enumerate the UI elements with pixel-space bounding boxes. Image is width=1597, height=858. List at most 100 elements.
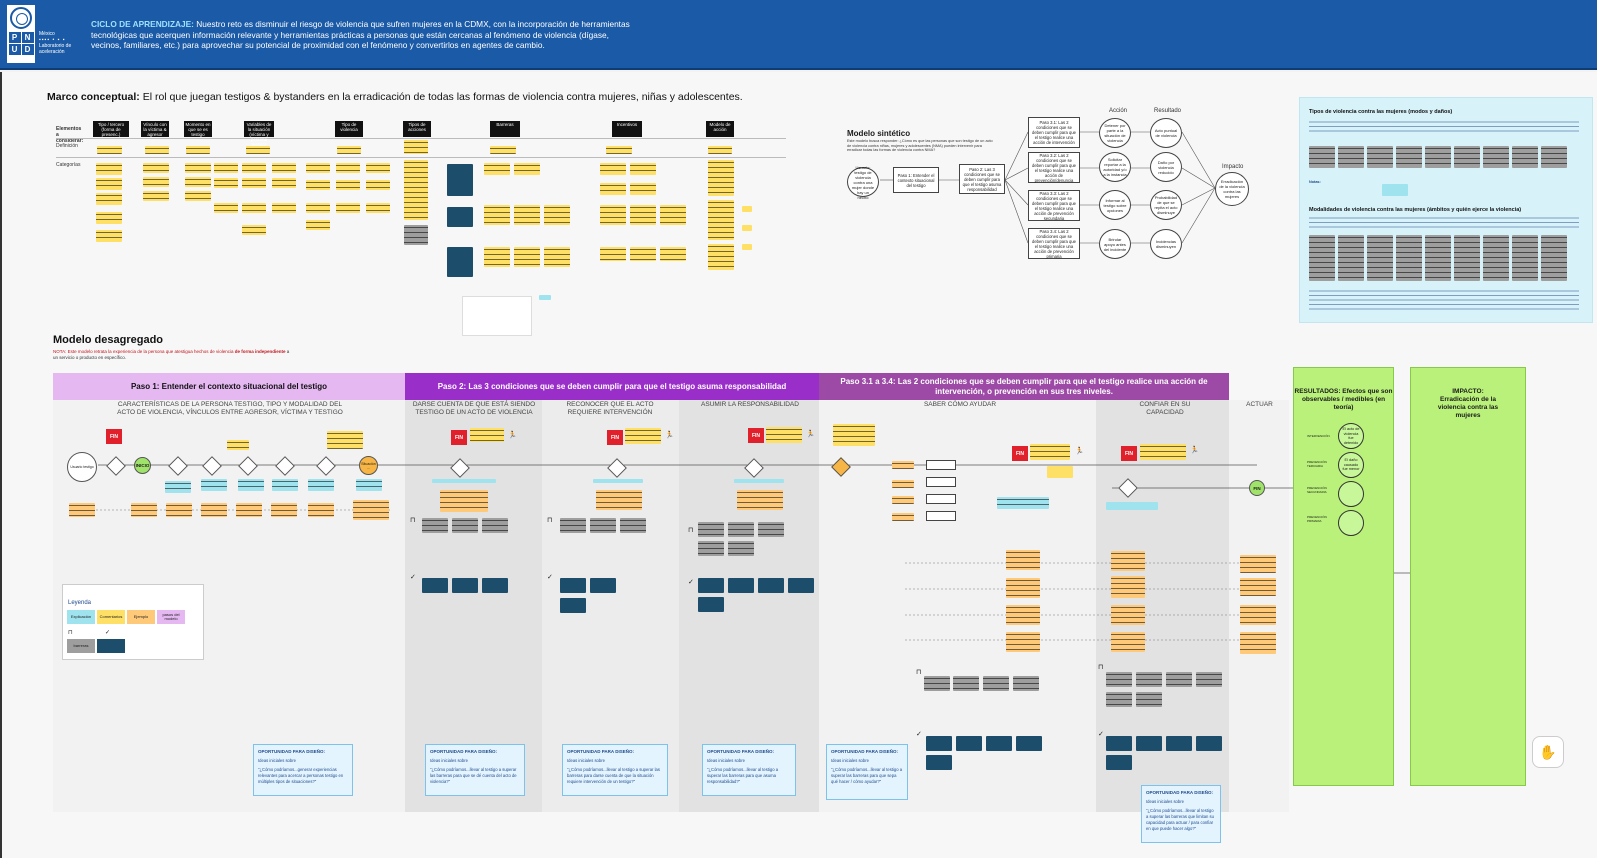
matrix-col-barreras: Barreras [490, 121, 520, 137]
lane-head-saber: SABER CÓMO AYUDAR [923, 401, 997, 408]
definition-note [186, 146, 210, 154]
category-note [242, 163, 266, 173]
category-note [484, 247, 510, 267]
example-note [1111, 632, 1145, 652]
barrier-note [698, 522, 724, 537]
category-note [630, 247, 656, 261]
example-note [1006, 578, 1040, 598]
barrier-note [560, 518, 586, 533]
category-note [306, 180, 330, 190]
category-note [600, 205, 626, 225]
tipo-note [1483, 146, 1509, 168]
incentive-note [698, 578, 724, 593]
category-note [306, 203, 330, 213]
opportunity-card-5[interactable]: OPORTUNIDAD PARA DISEÑO: Ideas iniciales … [826, 744, 908, 800]
un-emblem-icon [10, 7, 32, 29]
opportunity-card-3[interactable]: OPORTUNIDAD PARA DISEÑO: Ideas iniciales … [562, 744, 668, 796]
incentive-note [986, 736, 1012, 751]
category-note [185, 177, 211, 187]
desagregado-note: NOTA: Este modelo retrata la experiencia… [53, 349, 290, 360]
info-title-modalidades: Modalidades de violencia contra las muje… [1309, 207, 1522, 213]
category-note [143, 177, 169, 187]
resultado-circle-1: El acto de violencia fue detenido [1338, 423, 1364, 449]
barrier-icon: ⊓ [547, 517, 553, 524]
category-note [660, 205, 686, 225]
category-note [660, 247, 686, 261]
incentive-note [482, 578, 508, 593]
definition-note [97, 146, 122, 154]
incentive-note [590, 578, 616, 593]
matrix-col-vinculo: Vínculo con la víctima & agresor [141, 121, 169, 137]
example-note [201, 503, 227, 517]
barrier-note [924, 676, 950, 691]
modalidad-note [1425, 235, 1451, 281]
category-note [484, 163, 510, 175]
category-note [708, 244, 734, 270]
runner-icon: 🏃 [1075, 448, 1084, 455]
category-note [630, 205, 656, 225]
legend-explicacion: Explicación [67, 610, 95, 624]
incentive-note [728, 578, 754, 593]
opportunity-card-6[interactable]: OPORTUNIDAD PARA DISEÑO: Ideas iniciales … [1141, 785, 1221, 843]
sintetico-accion-1: Detener por parte a la situación de viol… [1099, 118, 1131, 148]
barrier-note [620, 518, 646, 533]
tipo-note [1541, 146, 1567, 168]
info-title-tipos: Tipos de violencia contra las mujeres (m… [1309, 109, 1453, 115]
barrier-icon: ⊓ [688, 527, 694, 534]
incentive-note [758, 578, 784, 593]
explanation-note [272, 479, 298, 491]
example-note [892, 513, 914, 521]
barrier-icon: ⊓ [1098, 664, 1104, 671]
category-note [214, 203, 238, 213]
barrier-note [728, 522, 754, 537]
matrix-divider [56, 157, 786, 158]
opportunity-card-2[interactable]: OPORTUNIDAD PARA DISEÑO: Ideas iniciales … [425, 744, 525, 796]
fin-node: FIN [607, 430, 623, 445]
tipo-note [1512, 146, 1538, 168]
sintetico-accion-2: Solicitar reportar a la autoridad y/o a … [1099, 152, 1131, 182]
opportunity-card-1[interactable]: OPORTUNIDAD PARA DISEÑO: Ideas iniciales … [253, 744, 353, 796]
runner-icon: 🏃 [508, 432, 517, 439]
example-note [892, 461, 914, 469]
modalidad-note [1454, 235, 1480, 281]
incentive-note [560, 578, 586, 593]
legend-comentarios: Comentarios [97, 610, 125, 624]
incentive-note [1196, 736, 1222, 751]
lane-head-caracteristicas: CARACTERÍSTICAS DE LA PERSONA TESTIGO, T… [117, 401, 343, 416]
thumbnails-group[interactable] [462, 296, 532, 336]
matrix-divider [56, 138, 786, 139]
category-note [185, 191, 211, 201]
opportunity-card-4[interactable]: OPORTUNIDAD PARA DISEÑO: Ideas iniciales … [702, 744, 796, 796]
sintetico-accion-4: Brindar apoyo antes del incidente [1099, 229, 1131, 259]
hand-tool-button[interactable]: ✋ [1532, 736, 1564, 768]
flow-start-node: Usuario testigo [67, 452, 97, 482]
legend-barreras: barreras [67, 639, 95, 653]
incentive-note [422, 578, 448, 593]
category-note [272, 178, 296, 188]
barrier-note [1106, 692, 1132, 707]
sintetico-paso33: Paso 3.3: Las 2 condiciones que se deben… [1028, 190, 1080, 221]
barrier-note [953, 676, 979, 691]
sintetico-resultado-1: Acto puntual de violencia [1150, 118, 1182, 148]
category-note [242, 225, 266, 235]
example-note [892, 496, 914, 504]
explanation-note [165, 481, 191, 493]
incentive-note [788, 578, 814, 593]
check-icon: ✓ [688, 579, 694, 586]
runner-icon: 🏃 [806, 431, 815, 438]
info-notes [1309, 289, 1579, 311]
example-note [69, 503, 95, 517]
definition-note [337, 146, 361, 154]
row-label-definicion: Definición [56, 143, 78, 149]
phase-paso2: Paso 2: Las 3 condiciones que se deben c… [405, 373, 819, 400]
sintetico-accion-3: Informar al testigo sobre opciones [1099, 190, 1131, 220]
category-note [600, 163, 626, 175]
impacto-title: IMPACTO: Erradicación de la violencia co… [1437, 388, 1499, 419]
impacto-panel: IMPACTO: Erradicación de la violencia co… [1410, 367, 1526, 786]
example-note [353, 500, 389, 520]
info-nota-label: Notas: [1309, 180, 1321, 184]
violence-types-panel[interactable]: Tipos de violencia contra las mujeres (m… [1299, 97, 1593, 323]
sintetico-impacto: Erradicación de la violencia contra las … [1215, 172, 1249, 206]
row-label-categorias: Categorías [56, 162, 81, 168]
runner-icon: 🏃 [665, 432, 674, 439]
